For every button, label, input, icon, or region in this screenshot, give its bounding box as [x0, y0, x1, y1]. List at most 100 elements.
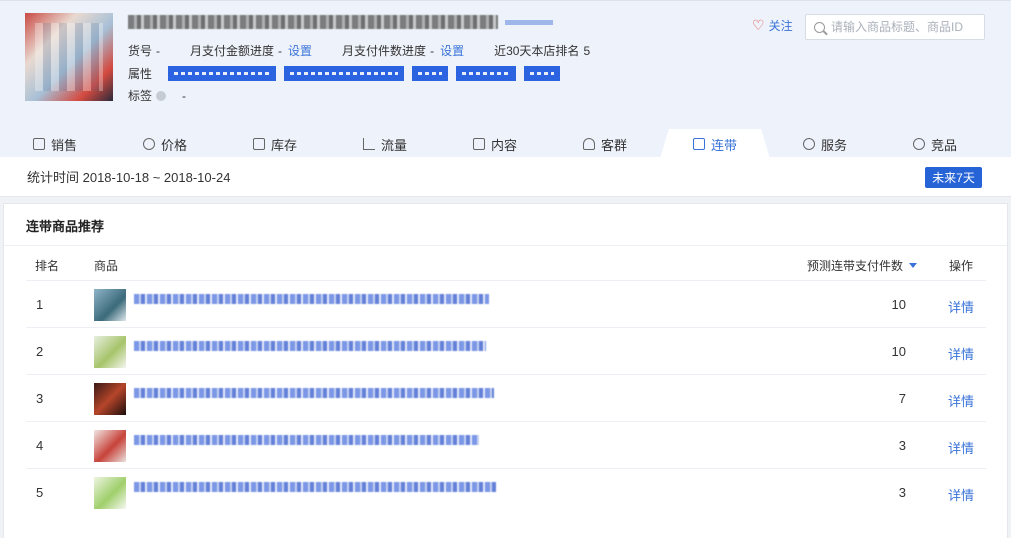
bag-icon [32, 138, 45, 150]
future-7-days-button[interactable]: 未来7天 [925, 167, 982, 188]
attr-chip-redacted [524, 66, 561, 81]
product-image [94, 430, 126, 462]
row-value: 10 [891, 297, 906, 312]
detail-link[interactable]: 详情 [948, 297, 974, 316]
product-image [94, 383, 126, 415]
divider [4, 245, 1007, 246]
attr-chip-redacted [456, 66, 517, 81]
pay-count-value: - [430, 43, 435, 58]
tab-label: 销售 [50, 137, 77, 153]
follow-label: 关注 [768, 19, 793, 33]
row-rank: 4 [36, 438, 44, 453]
product-tags-row: 标签 - [128, 87, 186, 104]
warehouse-icon [252, 138, 265, 150]
product-title-redacted [128, 15, 498, 29]
table-row: 3 7 详情 [26, 374, 986, 421]
line-chart-icon [362, 138, 375, 150]
row-rank: 3 [36, 391, 44, 406]
col-op-header: 操作 [949, 259, 974, 273]
pay-count-set-link[interactable]: 设置 [440, 42, 464, 59]
tab-label: 内容 [490, 137, 517, 153]
tab-traffic[interactable]: 流量 [330, 129, 440, 159]
product-title-redacted [134, 294, 489, 304]
follow-button[interactable]: ♡ 关注 [752, 17, 793, 34]
info-icon[interactable] [156, 90, 167, 101]
sort-down-icon[interactable] [909, 263, 918, 268]
table-row: 5 3 详情 [26, 468, 986, 515]
attr-label: 属性 [128, 67, 153, 81]
product-title-redacted [134, 435, 479, 445]
stats-period: 统计时间 2018-10-18 ~ 2018-10-24 [27, 170, 231, 185]
tab-inventory[interactable]: 库存 [220, 129, 330, 159]
tab-content[interactable]: 内容 [440, 129, 550, 159]
tab-label: 连带 [710, 137, 737, 153]
heart-icon: ♡ [752, 17, 765, 33]
vs-icon [912, 138, 925, 150]
analysis-tabs: 销售 价格 库存 流量 内容 客群 连带 服务 竞品 [0, 129, 1011, 159]
row-value: 7 [898, 391, 906, 406]
product-attributes-row: 属性 [128, 65, 561, 82]
tab-service[interactable]: 服务 [770, 129, 880, 159]
tab-label: 竞品 [930, 137, 957, 153]
row-value: 3 [898, 485, 906, 500]
card-title: 连带商品推荐 [26, 219, 105, 234]
tab-label: 库存 [270, 137, 297, 153]
tab-label: 服务 [820, 137, 847, 153]
tab-label: 流量 [380, 137, 407, 153]
row-rank: 5 [36, 485, 44, 500]
link-icon [692, 138, 705, 150]
tab-audience[interactable]: 客群 [550, 129, 660, 159]
tag-value: - [182, 88, 187, 103]
product-image [94, 336, 126, 368]
pay-amount-value: - [278, 43, 283, 58]
tab-sales[interactable]: 销售 [0, 129, 110, 159]
product-title-redacted [134, 482, 496, 492]
attr-chip-redacted [284, 66, 405, 81]
bundle-recommend-card: 连带商品推荐 排名 商品 预测连带支付件数 操作 1 10 详情 2 10 详情… [3, 203, 1008, 538]
product-image [94, 289, 126, 321]
tab-competitor[interactable]: 竞品 [880, 129, 990, 159]
col-metric-header[interactable]: 预测连带支付件数 [807, 257, 918, 274]
search-icon [814, 21, 825, 33]
tab-price[interactable]: 价格 [110, 129, 220, 159]
detail-link[interactable]: 详情 [948, 344, 974, 363]
table-row: 1 10 详情 [26, 280, 986, 327]
product-header: 货号 - 月支付金额进度 - 设置 月支付件数进度 - 设置 近30天本店排名 … [0, 0, 1011, 159]
rank-label: 近30天本店排名 [494, 44, 580, 58]
row-rank: 1 [36, 297, 44, 312]
sku-label: 货号 [128, 44, 153, 58]
product-thumbnail [25, 13, 113, 101]
attr-chip-redacted [412, 66, 449, 81]
product-title-redacted [134, 341, 486, 351]
search-box[interactable] [805, 14, 985, 40]
tab-bundle[interactable]: 连带 [660, 129, 770, 159]
attr-chip-redacted [168, 66, 277, 81]
pay-amount-label: 月支付金额进度 [190, 44, 275, 58]
pay-count-label: 月支付件数进度 [342, 44, 427, 58]
col-rank-header: 排名 [35, 259, 60, 273]
row-rank: 2 [36, 344, 44, 359]
col-metric-label: 预测连带支付件数 [807, 259, 904, 273]
product-title-redacted-tail [505, 20, 553, 25]
headset-icon [802, 138, 815, 150]
row-value: 3 [898, 438, 906, 453]
product-title-redacted [134, 388, 494, 398]
tag-label: 标签 [128, 89, 153, 103]
yen-icon [142, 138, 155, 150]
stats-bar: 统计时间 2018-10-18 ~ 2018-10-24 [0, 157, 1011, 197]
product-image [94, 477, 126, 509]
rank-value: 5 [583, 43, 591, 58]
sku-value: - [156, 43, 161, 58]
table-row: 2 10 详情 [26, 327, 986, 374]
detail-link[interactable]: 详情 [948, 438, 974, 457]
col-product-header: 商品 [94, 259, 119, 273]
detail-link[interactable]: 详情 [948, 391, 974, 410]
row-value: 10 [891, 344, 906, 359]
tab-label: 客群 [600, 137, 627, 153]
detail-link[interactable]: 详情 [948, 485, 974, 504]
tab-label: 价格 [160, 137, 187, 153]
document-icon [472, 138, 485, 150]
search-input[interactable] [831, 20, 981, 34]
pay-amount-set-link[interactable]: 设置 [288, 42, 312, 59]
product-metrics-row: 货号 - 月支付金额进度 - 设置 月支付件数进度 - 设置 近30天本店排名 … [128, 42, 590, 59]
